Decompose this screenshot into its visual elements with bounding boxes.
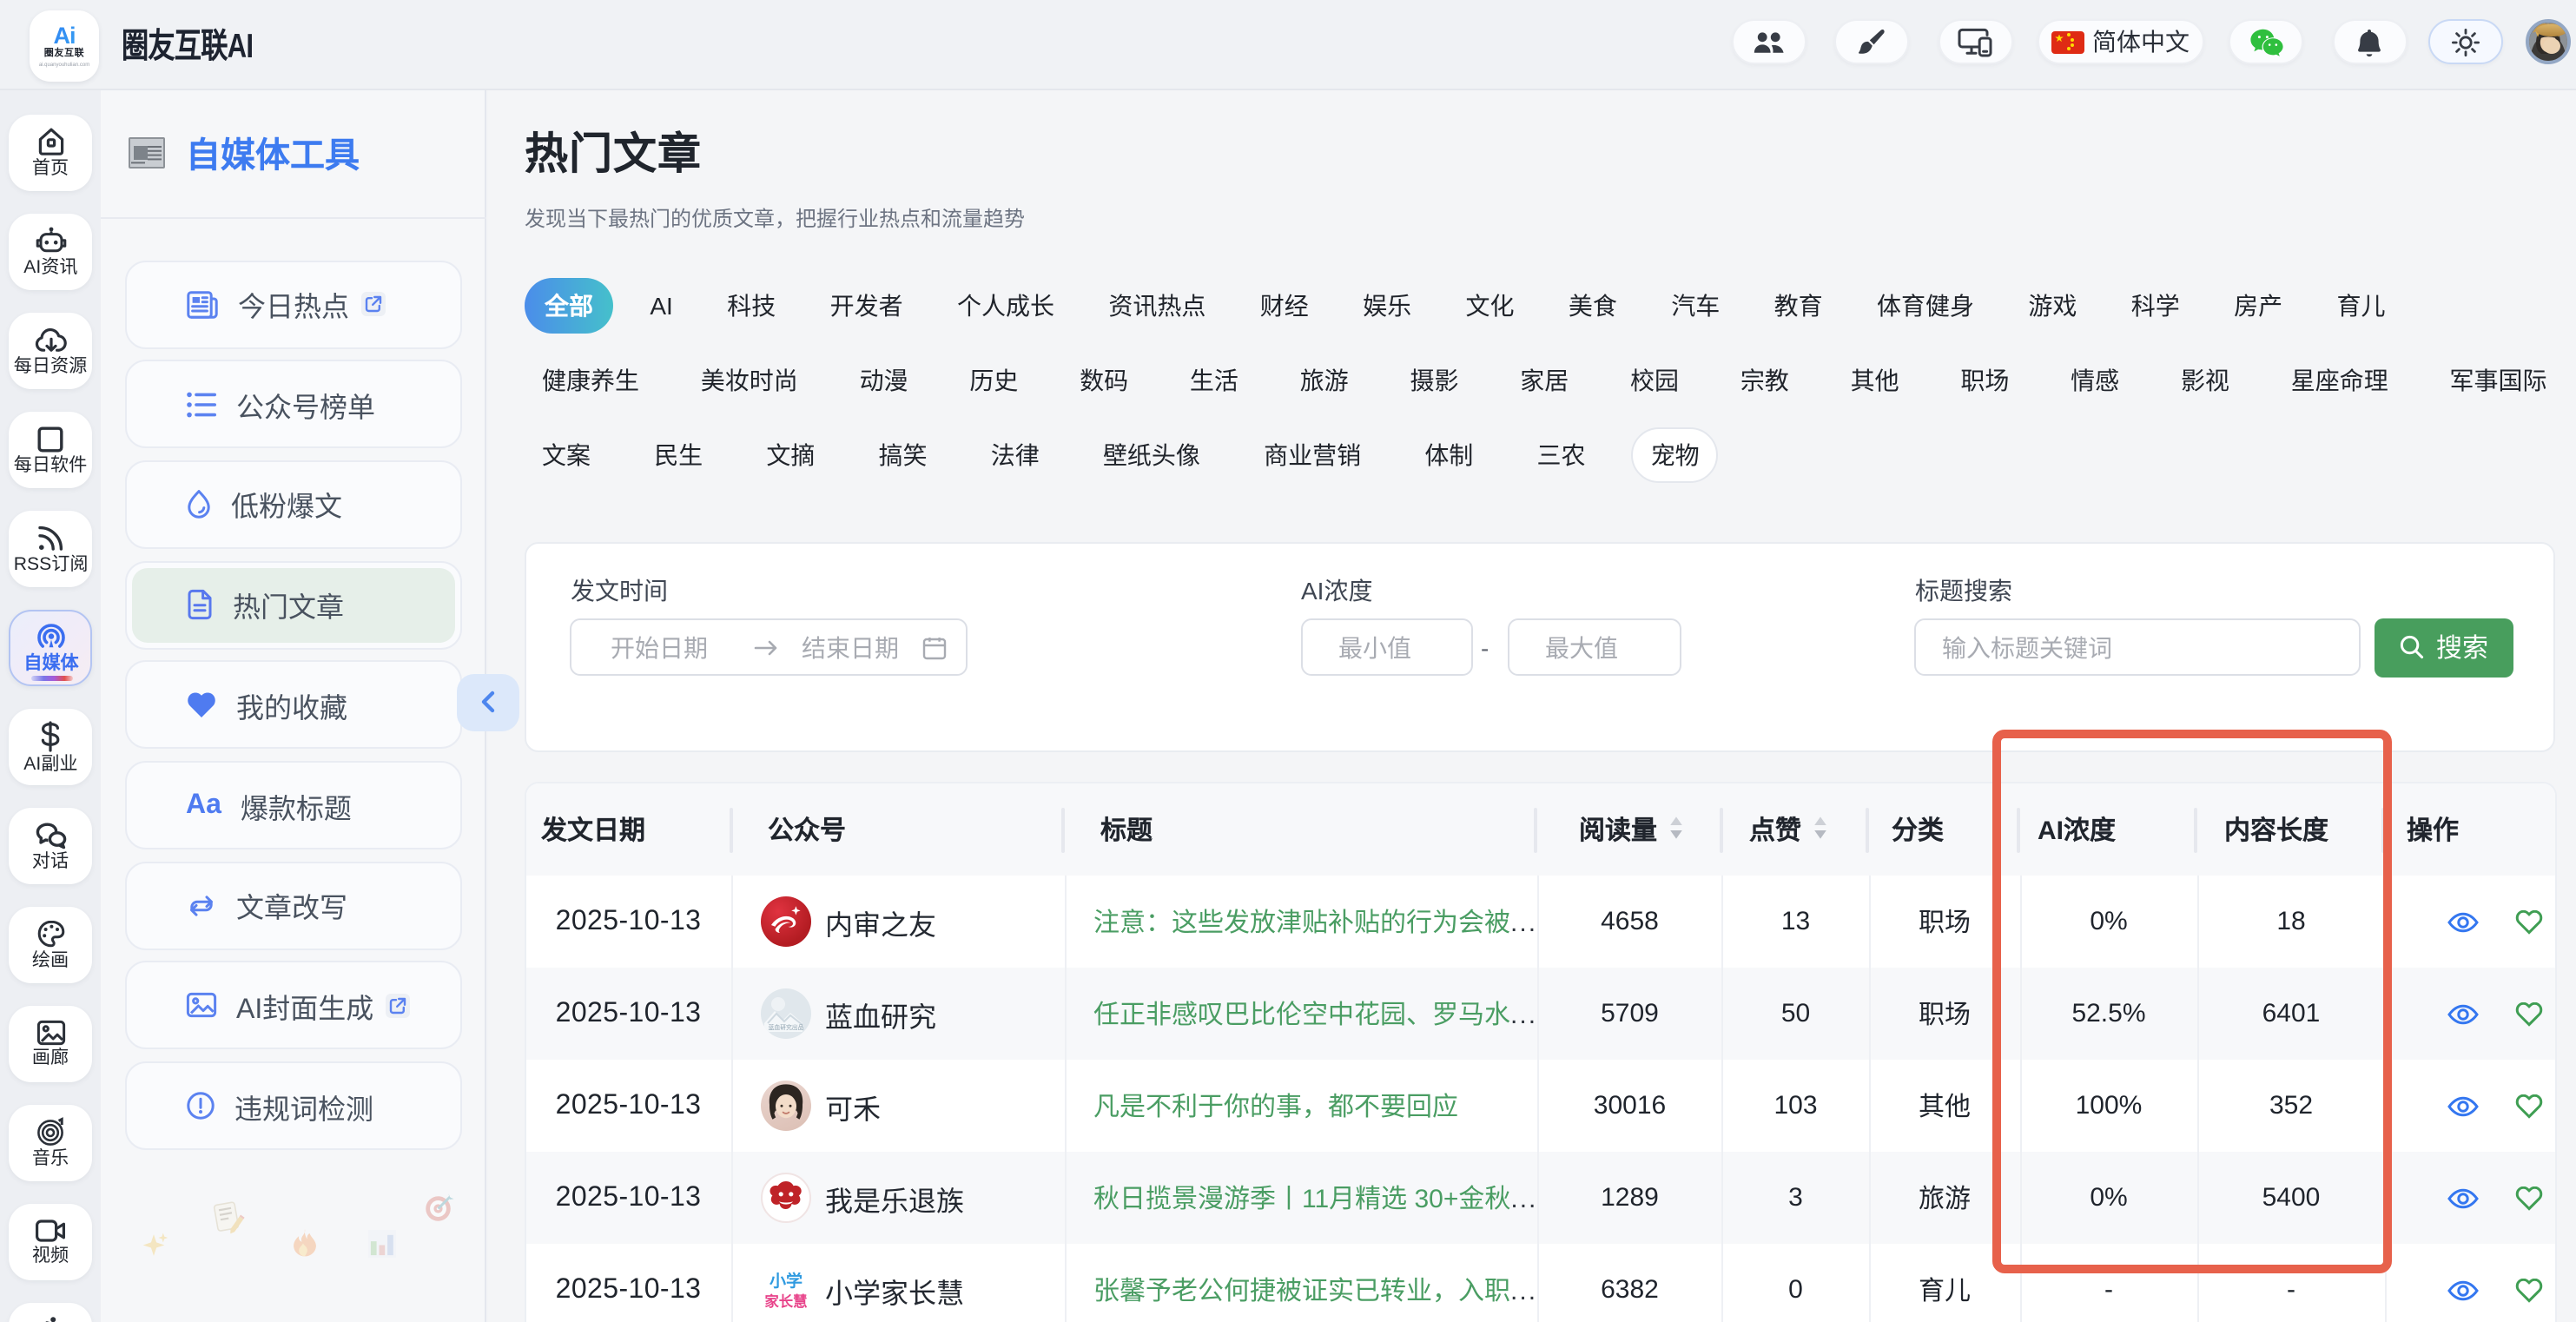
svg-text:家长慧: 家长慧 — [764, 1293, 807, 1310]
svg-text:小学: 小学 — [769, 1271, 803, 1291]
svg-text:蓝血研究出品: 蓝血研究出品 — [769, 1023, 804, 1031]
